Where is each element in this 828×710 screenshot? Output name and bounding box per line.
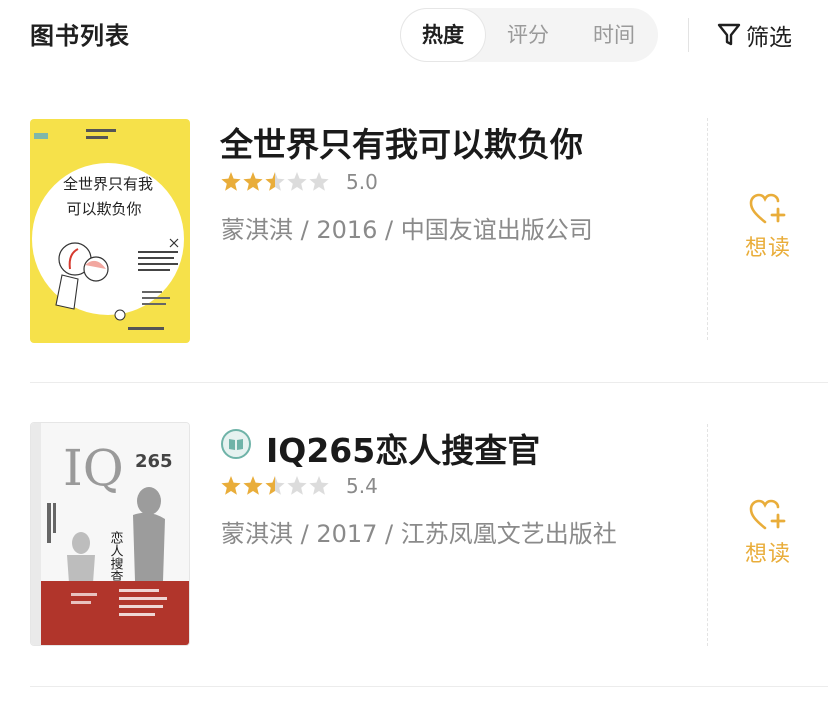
row-divider: [707, 118, 708, 340]
book-meta: 蒙淇淇 / 2017 / 江苏凤凰文艺出版社: [221, 520, 617, 548]
want-to-read-label: 想读: [744, 236, 791, 261]
tab-rating[interactable]: 评分: [488, 8, 568, 62]
svg-text:IQ: IQ: [63, 439, 124, 497]
svg-text:可以欺负你: 可以欺负你: [66, 200, 141, 218]
rating: 5.0: [220, 170, 378, 194]
star-rating-icon: [221, 172, 329, 191]
book-meta: 蒙淇淇 / 2016 / 中国友谊出版公司: [221, 216, 593, 244]
book-title[interactable]: IQ265恋人搜查官: [266, 424, 540, 472]
want-to-read-label: 想读: [744, 542, 791, 567]
svg-text:全世界只有我: 全世界只有我: [63, 175, 153, 193]
list-separator: [30, 686, 828, 687]
book-cover[interactable]: 全世界只有我 可以欺负你: [30, 119, 190, 343]
header-divider: [688, 18, 689, 52]
book-title[interactable]: 全世界只有我可以欺负你: [220, 118, 583, 166]
ebook-icon: [221, 429, 251, 459]
filter-funnel-icon: [717, 23, 741, 46]
want-to-read-button[interactable]: 想读: [730, 498, 806, 568]
svg-text:265: 265: [135, 451, 173, 472]
tab-time[interactable]: 时间: [574, 8, 654, 62]
rating-score: 5.0: [346, 170, 378, 194]
heart-plus-icon: [749, 499, 786, 530]
star-rating-icon: [221, 476, 329, 495]
filter-button[interactable]: 筛选: [716, 16, 792, 54]
rating: 5.4: [220, 474, 378, 498]
sort-tab-group: 热度 评分 时间: [400, 8, 658, 62]
list-separator: [30, 382, 828, 383]
rating-score: 5.4: [346, 474, 378, 498]
book-list-item[interactable]: 全世界只有我 可以欺负你 全世界只有我可以欺负你 5.0 蒙淇淇 / 2016 …: [0, 100, 828, 382]
header-bar: 图书列表 热度 评分 时间 筛选: [0, 0, 828, 72]
page-title: 图书列表: [30, 22, 130, 50]
filter-label: 筛选: [746, 25, 792, 51]
tab-popularity[interactable]: 热度: [401, 9, 485, 61]
heart-plus-icon: [749, 193, 786, 224]
want-to-read-button[interactable]: 想读: [730, 192, 806, 262]
book-cover[interactable]: IQ 265 恋人搜查官: [30, 422, 190, 646]
book-list-item[interactable]: IQ 265 恋人搜查官 IQ265恋人搜查官 5.4 蒙淇淇 / 2017 /…: [0, 400, 828, 686]
row-divider: [707, 424, 708, 646]
